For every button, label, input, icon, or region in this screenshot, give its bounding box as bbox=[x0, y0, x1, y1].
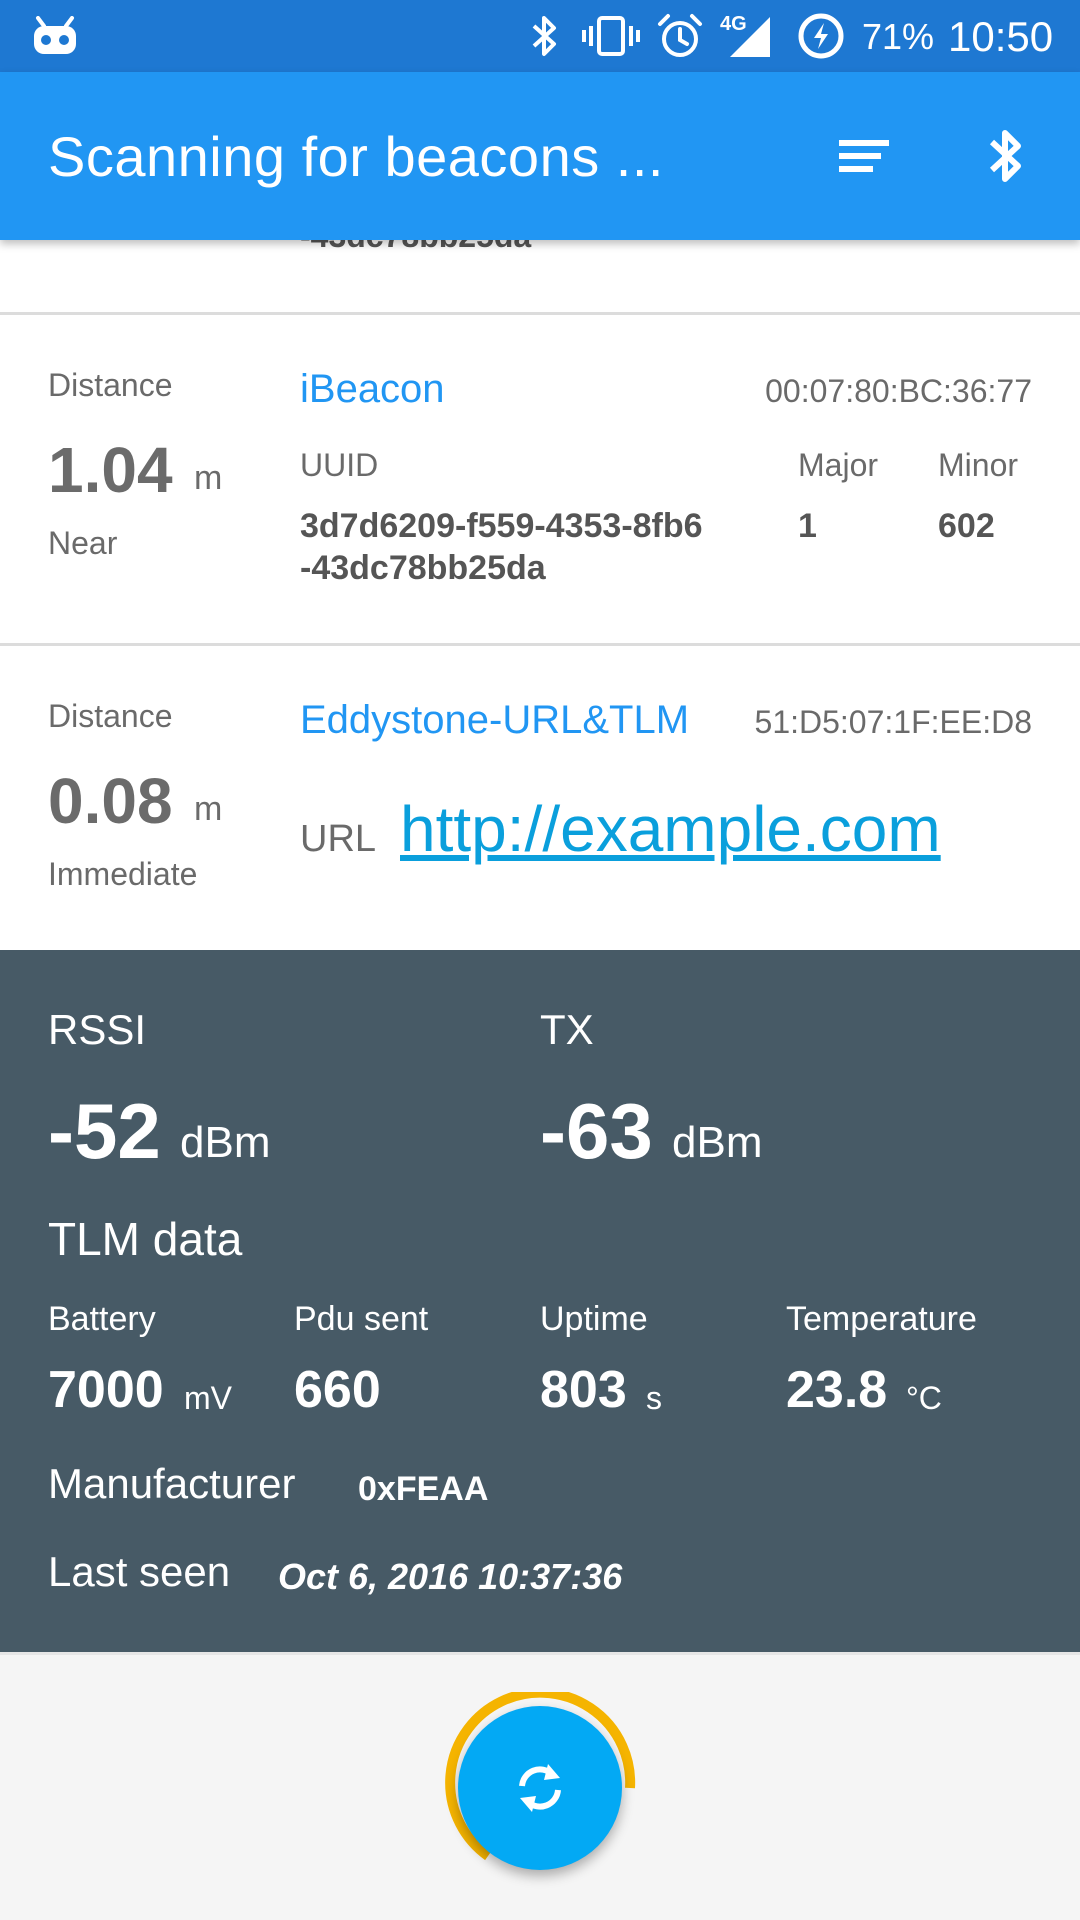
tx-label: TX bbox=[540, 1006, 594, 1053]
proximity: Immediate bbox=[48, 856, 198, 892]
tlm-title: TLM data bbox=[48, 1213, 243, 1265]
bluetooth-icon bbox=[528, 0, 562, 72]
distance-unit: m bbox=[194, 459, 223, 497]
vibrate-icon bbox=[582, 0, 640, 72]
bluetooth-icon bbox=[989, 130, 1021, 182]
rssi-label: RSSI bbox=[48, 1006, 147, 1053]
battery-saver-icon bbox=[796, 0, 846, 72]
alarm-icon bbox=[656, 0, 704, 72]
pdu-value: 660 bbox=[294, 1361, 381, 1419]
beacon-details-panel: RSSI -52 dBm TX -63 dBm TLM data Battery… bbox=[0, 950, 1080, 1652]
proximity: Near bbox=[48, 525, 118, 561]
battery-percent: 71% bbox=[862, 16, 935, 57]
temperature-label: Temperature bbox=[786, 1300, 977, 1338]
url-link[interactable]: http://example.com bbox=[400, 792, 941, 866]
uuid-label: UUID bbox=[300, 447, 379, 483]
tx-unit: dBm bbox=[672, 1118, 763, 1167]
beacon-type: iBeacon bbox=[300, 367, 445, 411]
major-label: Major bbox=[798, 447, 879, 483]
distance-value: 1.04 bbox=[48, 434, 173, 506]
page-title: Scanning for beacons ... bbox=[48, 125, 664, 188]
rssi-unit: dBm bbox=[180, 1118, 271, 1167]
status-bar: 4G 71% 10:50 bbox=[0, 0, 1080, 72]
manufacturer-label: Manufacturer bbox=[48, 1460, 296, 1507]
pdu-label: Pdu sent bbox=[294, 1300, 429, 1338]
battery-unit: mV bbox=[184, 1380, 232, 1416]
clock: 10:50 bbox=[948, 13, 1054, 60]
beacon-card-ibeacon[interactable]: Distance 1.04 m Near iBeacon 00:07:80:BC… bbox=[0, 315, 1080, 643]
temperature-value: 23.8 bbox=[786, 1361, 888, 1419]
minor-value: 602 bbox=[938, 507, 995, 545]
mac-address: 51:D5:07:1F:EE:D8 bbox=[754, 704, 1032, 740]
uptime-value: 803 bbox=[540, 1361, 627, 1419]
distance-label: Distance bbox=[48, 367, 173, 403]
rssi-value: -52 bbox=[48, 1087, 161, 1175]
distance-label: Distance bbox=[48, 698, 173, 734]
last-seen-label: Last seen bbox=[48, 1548, 231, 1595]
battery-label: Battery bbox=[48, 1300, 156, 1338]
url-label: URL bbox=[300, 818, 377, 860]
beacon-card-eddystone[interactable]: Distance 0.08 m Immediate Eddystone-URL&… bbox=[0, 646, 1080, 950]
last-seen-value: Oct 6, 2016 10:37:36 bbox=[278, 1556, 623, 1597]
uuid-line-1: 3d7d6209-f559-4353-8fb6 bbox=[300, 507, 703, 545]
android-debug-icon bbox=[32, 0, 78, 72]
bluetooth-button[interactable] bbox=[964, 114, 1048, 198]
signal-icon bbox=[724, 0, 772, 72]
divider bbox=[0, 1652, 1080, 1655]
distance-value: 0.08 bbox=[48, 765, 173, 837]
tx-value: -63 bbox=[540, 1087, 653, 1175]
app-bar: Scanning for beacons ... bbox=[0, 72, 1080, 240]
mac-address: 00:07:80:BC:36:77 bbox=[765, 373, 1032, 409]
distance-unit: m bbox=[194, 790, 223, 828]
refresh-icon bbox=[519, 1764, 561, 1812]
major-value: 1 bbox=[798, 507, 817, 545]
beacon-type: Eddystone-URL&TLM bbox=[300, 698, 690, 742]
manufacturer-value: 0xFEAA bbox=[358, 1470, 489, 1508]
temperature-unit: °C bbox=[906, 1380, 942, 1416]
uptime-unit: s bbox=[646, 1380, 662, 1416]
minor-label: Minor bbox=[938, 447, 1019, 483]
uptime-label: Uptime bbox=[540, 1300, 648, 1338]
battery-value: 7000 bbox=[48, 1361, 164, 1419]
beacon-card-partial[interactable]: -43dc78bb25da bbox=[0, 218, 1080, 312]
refresh-progress-ring bbox=[444, 1692, 636, 1884]
filter-icon bbox=[839, 140, 889, 172]
uuid-line-2: -43dc78bb25da bbox=[300, 549, 546, 587]
refresh-button[interactable] bbox=[458, 1706, 622, 1870]
filter-button[interactable] bbox=[822, 114, 906, 198]
